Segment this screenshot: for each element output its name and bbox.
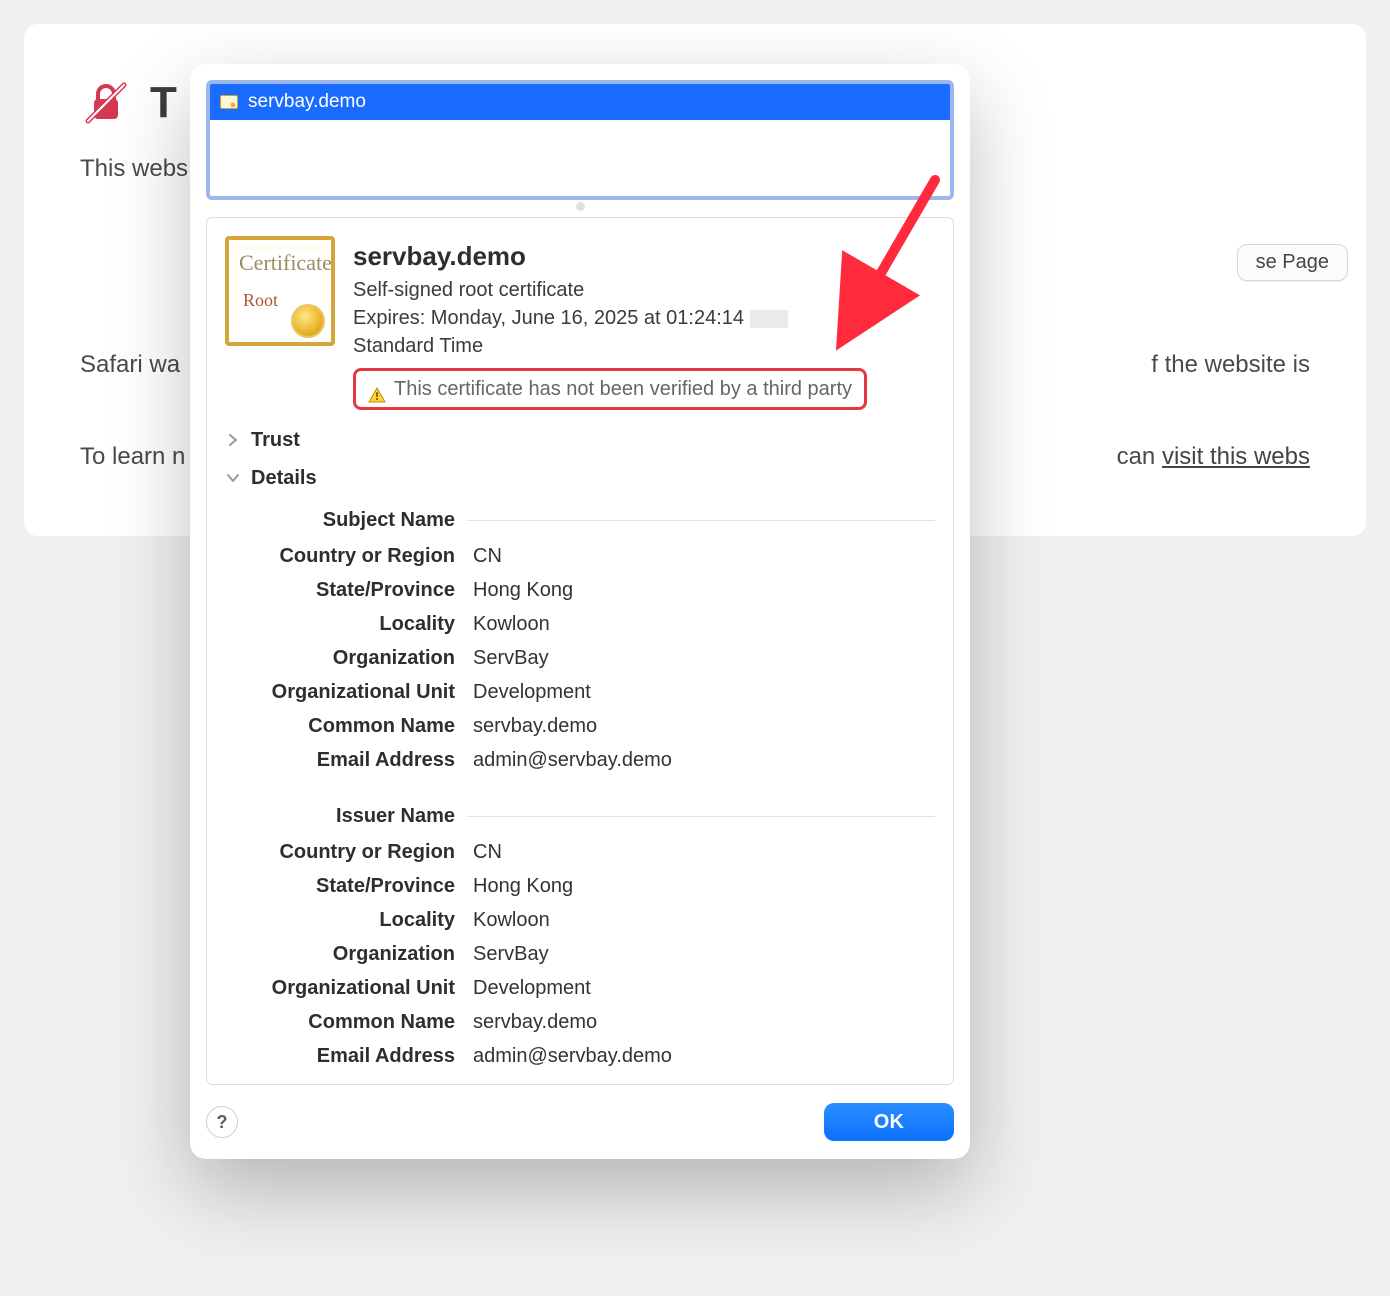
certificate-dialog: servbay.demo Certificate Root servbay.de… <box>190 64 970 1159</box>
chevron-down-icon <box>225 470 241 486</box>
certificate-warning: This certificate has not been verified b… <box>353 368 867 410</box>
certificate-list-item[interactable]: servbay.demo <box>210 84 950 120</box>
details-disclosure[interactable]: Details <box>225 464 935 492</box>
ok-button[interactable]: OK <box>824 1103 954 1141</box>
certificate-list[interactable]: servbay.demo <box>206 80 954 200</box>
help-button[interactable]: ? <box>206 1106 238 1138</box>
certificate-timezone: Standard Time <box>353 332 867 360</box>
certificate-details-panel: Certificate Root servbay.demo Self-signe… <box>206 217 954 1085</box>
certificate-badge-icon: Certificate Root <box>225 236 335 346</box>
subject-name-fields: Country or RegionCN State/ProvinceHong K… <box>225 542 935 774</box>
certificate-kind: Self-signed root certificate <box>353 276 867 304</box>
certificate-expiry: Expires: Monday, June 16, 2025 at 01:24:… <box>353 304 867 332</box>
list-resize-handle[interactable] <box>206 202 954 211</box>
insecure-lock-icon <box>80 77 132 129</box>
certificate-title: servbay.demo <box>353 238 867 274</box>
trust-disclosure[interactable]: Trust <box>225 426 935 454</box>
subject-name-header: Subject Name <box>225 506 935 534</box>
visit-website-link[interactable]: visit this webs <box>1162 443 1310 470</box>
redacted-text <box>750 310 788 328</box>
certificate-icon <box>220 95 238 109</box>
page-title: T <box>150 72 177 134</box>
issuer-name-header: Issuer Name <box>225 802 935 830</box>
chevron-right-icon <box>225 432 241 448</box>
close-page-button[interactable]: se Page <box>1237 244 1348 281</box>
issuer-name-fields: Country or RegionCN State/ProvinceHong K… <box>225 838 935 1070</box>
certificate-list-item-label: servbay.demo <box>248 89 366 116</box>
warning-icon <box>368 381 386 397</box>
